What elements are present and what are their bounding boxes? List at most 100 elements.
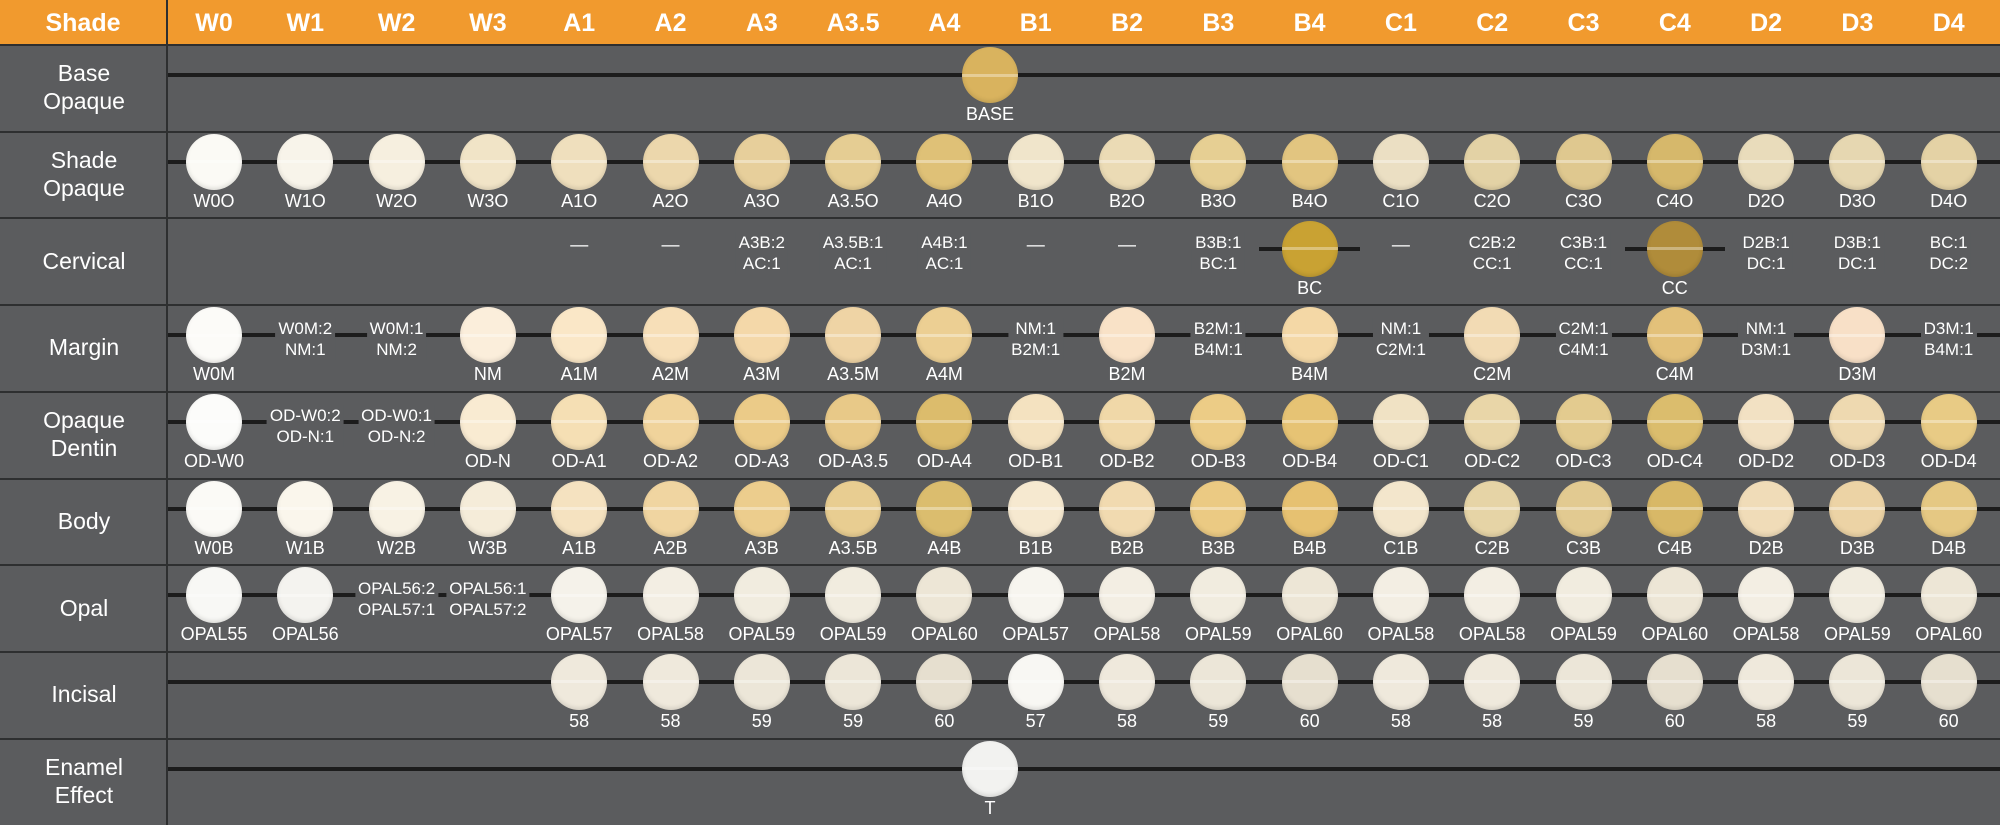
shade-swatch [551,307,608,364]
column-header-c4: C4 [1658,9,1691,37]
shade-swatch [1646,133,1703,190]
swatch-caption: OPAL56 [271,624,339,645]
swatch-caption: OD-B1 [1008,451,1064,471]
swatch-caption: A3.5B [828,537,878,558]
mix-ratio-label: D2B:1 DC:1 [1739,231,1793,274]
shade-swatch [642,480,699,537]
swatch-caption: OD-B2 [1099,451,1155,471]
shade-swatch [551,567,608,624]
shade-swatch [1372,480,1429,537]
not-available-dash: — [1026,234,1045,255]
swatch-caption: D3O [1838,190,1876,211]
swatch-caption: OPAL60 [911,624,978,645]
column-header-w1: W1 [286,9,325,37]
swatch-caption: OPAL58 [1732,624,1800,645]
shade-swatch [1281,307,1338,364]
swatch-caption: 58 [569,711,590,732]
shade-swatch [1920,480,1977,537]
column-header-w0: W0 [195,9,233,37]
shade-swatch [916,567,973,624]
swatch-caption: OPAL59 [1824,624,1891,645]
swatch-caption: OD-W0 [184,451,244,471]
shade-swatch [1099,654,1155,711]
swatch-caption: OPAL58 [637,624,704,645]
row-separator [0,477,2000,480]
shade-swatch [733,480,790,537]
swatch-caption: D2O [1747,190,1785,211]
shade-swatch [459,480,516,537]
shade-swatch [1738,394,1795,450]
row-line [168,333,2000,338]
shade-swatch [368,480,425,537]
swatch-caption: W1O [284,190,326,211]
shade-swatch [186,307,242,364]
shade-swatch [186,567,242,624]
column-header-b1: B1 [1019,9,1052,37]
shade-swatch [1372,394,1429,450]
shade-swatch [1190,394,1247,450]
swatch-caption: C4M [1655,364,1694,385]
shade-swatch [1007,394,1064,450]
swatch-caption: OD-B4 [1282,451,1338,471]
shade-swatch [1099,133,1155,190]
row-separator [0,304,2000,307]
shade-swatch [551,654,608,711]
swatch-caption: D3B [1839,537,1875,558]
row-label: Margin [48,334,120,361]
shade-swatch [1646,220,1703,277]
shade-swatch [1099,307,1155,364]
column-header-a3.5: A3.5 [826,9,880,37]
column-header-w2: W2 [377,9,416,37]
swatch-caption: OD-C3 [1555,451,1612,471]
swatch-caption: 60 [1938,711,1959,732]
not-available-dash: — [570,234,589,255]
swatch-caption: 58 [1116,711,1138,732]
row-label: Cervical [42,247,126,274]
swatch-caption: OPAL57 [545,624,613,645]
swatch-caption: W1B [285,537,325,558]
row-separator [0,737,2000,740]
shade-swatch [1555,133,1612,190]
swatch-caption: 59 [751,711,772,732]
shade-swatch [1920,567,1977,624]
shade-swatch [277,133,334,190]
swatch-caption: OPAL59 [1184,624,1252,645]
swatch-caption: OD-A1 [551,451,607,471]
shade-swatch [1464,307,1521,364]
swatch-caption: B1B [1018,537,1053,558]
shade-swatch [1372,567,1429,624]
shade-swatch [825,307,882,364]
column-header-d3: D3 [1841,9,1874,37]
shade-swatch [1099,567,1155,624]
swatch-caption: C1O [1382,190,1420,211]
shade-column-header: Shade [45,9,121,37]
shade-swatch [1646,307,1703,364]
column-header-a4: A4 [928,9,961,37]
shade-swatch [1738,133,1795,190]
shade-swatch [1281,654,1338,711]
shade-swatch [825,133,882,190]
shade-swatch [1555,654,1612,711]
column-header-c2: C2 [1476,9,1509,37]
row-separator [0,44,2000,46]
swatch-caption: D2B [1748,537,1784,558]
shade-swatch [459,394,516,450]
shade-swatch [1829,567,1886,624]
shade-swatch [1190,654,1247,711]
not-available-dash: — [661,234,680,255]
shade-swatch [277,567,334,624]
mix-ratio-label: OD-W0:1 OD-N:2 [358,405,436,447]
swatch-caption: OD-C2 [1464,451,1521,471]
shade-swatch [1464,394,1521,450]
shade-swatch [186,133,242,190]
row-label: Base Opaque [43,60,125,115]
swatch-caption: A3M [743,364,781,385]
shade-swatch [1007,480,1064,537]
row-separator [0,217,2000,220]
shade-swatch [1829,654,1886,711]
row-separator [0,390,2000,393]
shade-swatch [642,307,699,364]
swatch-caption: C2O [1473,190,1511,211]
swatch-caption: OPAL60 [1641,624,1709,645]
row-line [168,159,2000,164]
